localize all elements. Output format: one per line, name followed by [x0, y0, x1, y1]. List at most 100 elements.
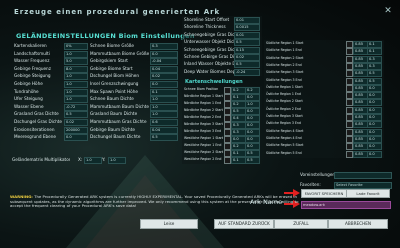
warning-text: WARNING: The Procedurally Generated ARK …	[10, 194, 310, 209]
setting-label: Dschungel Baum Dichte	[90, 134, 141, 140]
coordinate-row: Nördliche Region 2 End 0.4 0.0	[182, 114, 262, 122]
setting-row: Tundrahöhe 1.0	[12, 88, 88, 96]
setting-value-input[interactable]: 0.5	[150, 134, 178, 142]
coordinate-label: Südliche Region 1 Start	[266, 41, 304, 45]
setting-label: Landschaftsmulti	[14, 50, 50, 56]
map-thresholds-header: Kartenschwellungen	[185, 79, 243, 85]
random-button[interactable]: ZUFALL	[274, 219, 328, 229]
reset-defaults-button[interactable]: AUF STANDARD ZURÜCK	[214, 219, 274, 229]
setting-row: Inland Wasser Objekte Dichte0.5	[182, 60, 260, 69]
coordinate-row: Nördliche Region 2 Start 0.5 0.0	[182, 107, 262, 115]
coordinate-label: Südliche Region 3 End	[266, 77, 302, 82]
setting-row: Gebirge Frequenz 8.0	[12, 65, 88, 73]
setting-row: Wasser Frequenz 5.0	[12, 57, 88, 66]
coordinate-label: Südliche Region 4 End	[266, 135, 302, 140]
setting-row: Shoreline Thickness 0.0015	[182, 23, 260, 32]
warning-body: The Procedurally Generated ARK system is…	[10, 194, 299, 209]
setting-label: Shoreline Thickness	[184, 24, 226, 30]
coordinate-row: Südliche Region 4 End 0.85 0.0	[264, 135, 384, 143]
coordinate-row: Westliche Region 1 End 0.2 0.0	[182, 142, 262, 150]
load-favorite-button[interactable]: Lade Favorit	[346, 189, 390, 198]
coordinate-label: Südliche Region 5 Start	[266, 143, 304, 148]
coordinate-row: Westliche Region 1 Start 0.0 0.0	[182, 135, 262, 143]
presets-dropdown[interactable]	[334, 172, 392, 179]
coordinate-label: Östliche Region 2 End	[266, 106, 301, 111]
setting-label: Deep Water Biomes Depth	[184, 68, 234, 74]
coordinate-y-input[interactable]: 0.5	[245, 157, 260, 164]
coordinate-label: Nördliche Region 3 Start	[184, 122, 223, 126]
multiplier-x-label: X:	[78, 157, 83, 162]
ark-name-input[interactable]: meadow.ark	[301, 201, 391, 209]
coordinate-label: Südliche Region 2 Start	[266, 55, 304, 60]
setting-row: Deep Water Biomes Depth-0.24	[182, 68, 260, 76]
coordinate-row: Südliche Region 3 End 0.85 0.5	[264, 77, 384, 85]
setting-label: Gebirgskiem Start	[90, 58, 128, 64]
setting-row: Wasser Ebene -0.72	[12, 103, 88, 111]
setting-label: Erosionsiterationen	[14, 126, 55, 132]
setting-label: Dschungel Biom Höhen	[90, 73, 140, 79]
coordinate-x-input[interactable]: 0.85	[353, 150, 368, 158]
procedural-ark-dialog: Erzeuge einen prozedural generierten Ark…	[0, 0, 400, 248]
setting-row: Schneegebirge Gras Dichte0.01	[182, 31, 260, 39]
favorites-dropdown[interactable]: Select Favorite	[334, 182, 392, 189]
cancel-button[interactable]: ABBRECHEN	[328, 219, 388, 229]
setting-label: Grasland Baum Dichte	[90, 111, 138, 117]
setting-label: Gebirge Höhe	[14, 81, 43, 86]
coordinate-row: Östliche Region 3 Start 0.85 0.0	[264, 113, 384, 121]
setting-row: Schnee Baum Dichte 1.0	[88, 95, 178, 104]
setting-label: Ufer Steigung	[14, 96, 43, 102]
left-button[interactable]: Leise	[140, 219, 198, 229]
coordinate-row: Östliche Region 1 Start 0.85 0.0	[264, 84, 384, 92]
close-icon[interactable]: ✕	[383, 6, 393, 16]
multiplier-y-label: Y:	[102, 157, 106, 162]
multiplier-y-input[interactable]: 1.0	[108, 157, 126, 164]
coordinate-label: Nördliche Region 2 End	[184, 115, 222, 119]
coordinate-label: Östliche Region 3 End	[266, 121, 301, 126]
setting-row: Shoreline Start Offset 0.01	[182, 16, 260, 24]
setting-label: Inland Wasser Objekte Dichte	[184, 61, 234, 67]
coordinate-checkbox[interactable]	[346, 150, 353, 158]
setting-label: Gebirge Frequenz	[14, 65, 51, 71]
setting-row: Erosionsiterationen 200000	[12, 126, 88, 134]
coordinate-row: Südliche Region 5 End 0.85 0.0	[264, 150, 384, 158]
setting-label: Wasser Frequenz	[14, 58, 50, 64]
setting-row: Dschungel Baum Dichte 0.5	[88, 133, 178, 142]
coordinate-row: Nördliche Region 1 End 0.2 1.0	[182, 100, 262, 108]
setting-label: Schneegebirge Gras Dichte	[184, 46, 234, 52]
region-settings-column: Südliche Region 1 Start 0.85 0.1 Südliche R…	[264, 40, 384, 158]
section-header: GELÄNDEEINSTELLUNGEN Biom Einstellungen	[16, 32, 195, 40]
favorites-label: Favoriten:	[300, 182, 321, 187]
setting-row: Mammutbaum Baum Dichte 1.0	[88, 103, 178, 111]
coordinate-label: Östliche Region 3 Start	[266, 114, 303, 118]
coordinate-row: Südliche Region 4 Start 0.85 0.0	[264, 128, 384, 136]
coordinate-checkbox[interactable]	[224, 157, 231, 164]
multiplier-label: Geländematrix Multiplikator	[12, 157, 71, 162]
setting-row: Grasland Gras Dichte 0.5	[12, 110, 88, 119]
coordinate-row: Westliche Region 2 Start 0.1 0.5	[182, 149, 262, 157]
setting-row: Insel Grenzschwingung 0.0	[88, 80, 178, 88]
map-thresholds-column: Schnee Biom Position 0.2 0.2 Nördliche Regi…	[182, 86, 262, 164]
setting-value-input[interactable]: -0.24	[234, 68, 260, 76]
setting-row: Schnee Gebirge Gras Dichte0.02	[182, 53, 260, 61]
presets-label: Voreinstellungen:	[300, 172, 337, 177]
setting-row: Mammutbaum Gras Dichte 0.6	[88, 118, 178, 126]
coordinate-row: Südliche Region 3 Start 0.85 0.5	[264, 69, 384, 78]
setting-row: Meeresgrund Ebene 0.0	[12, 133, 88, 142]
setting-value-input[interactable]: 0.0	[64, 134, 88, 142]
biome-settings-column: Schnee Biome Größe 0.3 Mammutbaum Biome Gr…	[88, 42, 178, 142]
setting-label: Schnee Gebirge Gras Dichte	[184, 54, 234, 59]
multiplier-x-input[interactable]: 1.0	[84, 157, 102, 164]
shoreline-settings-column: Shoreline Start Offset 0.01 Shoreline Thic…	[182, 16, 262, 76]
coordinate-x-input[interactable]: 0.1	[231, 157, 246, 164]
setting-label: Mammutbaum Gras Dichte	[90, 119, 147, 124]
setting-label: Insel Grenzschwingung	[90, 81, 139, 86]
coordinate-label: Südliche Region 5 End	[266, 150, 302, 155]
coordinate-label: Schnee Biom Position	[184, 87, 219, 91]
coordinate-y-input[interactable]: 0.0	[367, 150, 382, 158]
setting-label: Dschungel Gras Dichte	[14, 119, 63, 124]
coordinate-label: Westliche Region 2 Start	[184, 150, 224, 154]
coordinate-row: Östliche Region 1 End 0.85 0.0	[264, 91, 384, 100]
setting-row: Gebirge Höhe 1.0	[12, 80, 88, 88]
coordinate-row: Südliche Region 5 Start 0.85 0.0	[264, 142, 384, 151]
coordinate-label: Nördliche Region 1 Start	[184, 94, 223, 98]
